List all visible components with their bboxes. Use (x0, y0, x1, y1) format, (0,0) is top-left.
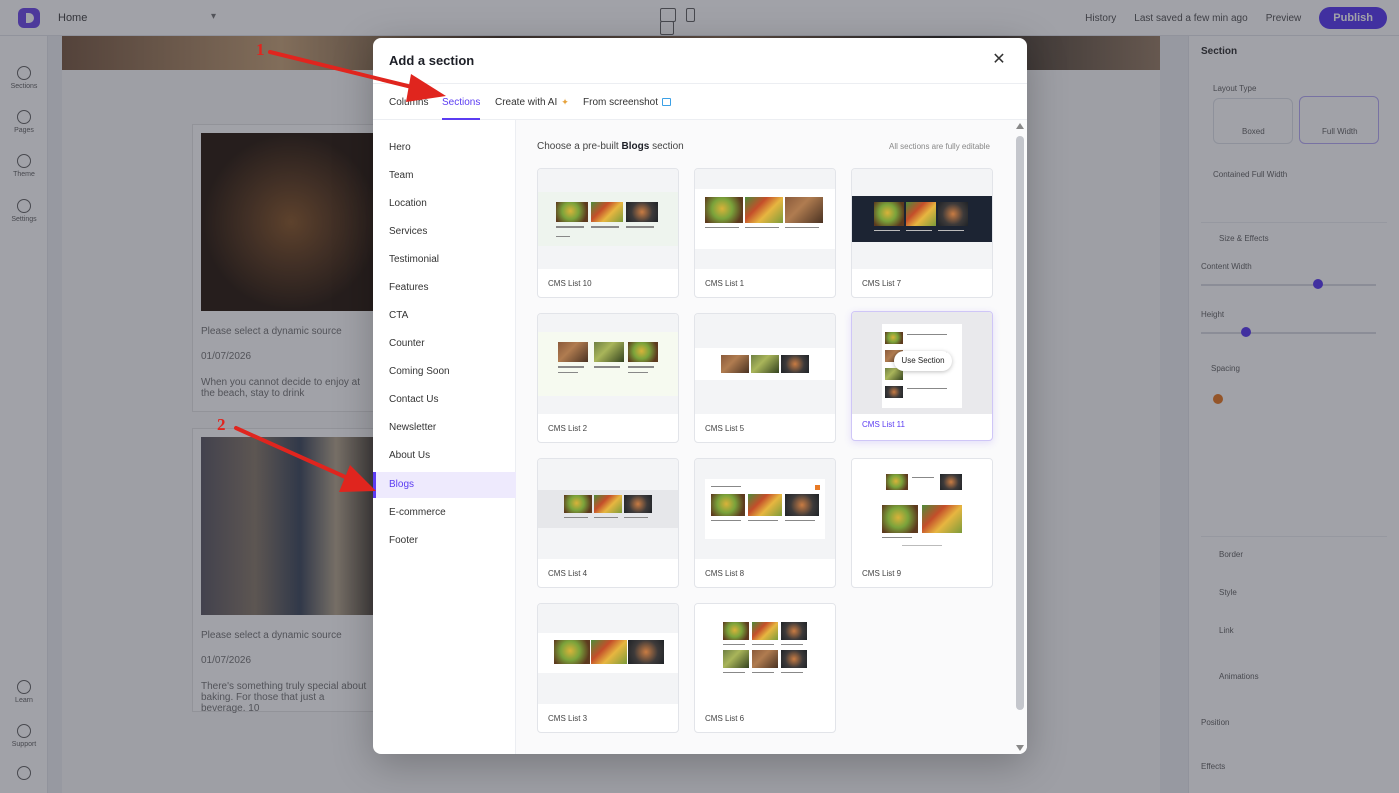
tab-create-with-ai[interactable]: Create with AI ✦ (495, 97, 569, 108)
card-thumbnail: Use Section (852, 312, 992, 414)
modal-scrollbar[interactable] (1013, 120, 1027, 754)
modal-header: Add a section ✕ (373, 38, 1027, 84)
card-thumbnail (695, 459, 835, 559)
editable-note: All sections are fully editable (889, 142, 990, 151)
card-thumbnail (852, 459, 992, 559)
card-thumbnail (695, 604, 835, 704)
scroll-down-icon[interactable] (1016, 745, 1024, 751)
heading-category: Blogs (621, 141, 650, 152)
image-icon (662, 98, 672, 106)
modal-title: Add a section (389, 53, 475, 68)
card-label: CMS List 3 (548, 714, 588, 723)
card-thumbnail (695, 314, 835, 414)
category-services[interactable]: Services (373, 219, 516, 245)
section-card-cms-list-7[interactable]: CMS List 7 (851, 168, 993, 298)
tab-columns[interactable]: Columns (389, 97, 428, 108)
card-label: CMS List 4 (548, 569, 588, 578)
category-contact-us[interactable]: Contact Us (373, 387, 516, 413)
card-label: CMS List 6 (705, 714, 745, 723)
section-card-cms-list-10[interactable]: CMS List 10 (537, 168, 679, 298)
card-label: CMS List 7 (862, 279, 902, 288)
tab-label: Columns (389, 97, 429, 108)
category-coming-soon[interactable]: Coming Soon (373, 359, 516, 385)
modal-tabs: Columns Sections Create with AI ✦ From sc… (373, 84, 1027, 120)
section-card-cms-list-11[interactable]: Use Section CMS List 11 (851, 311, 993, 441)
section-card-cms-list-9[interactable]: CMS List 9 (851, 458, 993, 588)
tab-sections[interactable]: Sections (442, 97, 481, 120)
scrollbar-thumb[interactable] (1016, 136, 1024, 710)
card-label: CMS List 1 (705, 279, 745, 288)
section-card-cms-list-1[interactable]: CMS List 1 (694, 168, 836, 298)
heading-suffix: section (652, 141, 684, 152)
tab-label: Sections (442, 97, 481, 108)
card-label: CMS List 10 (548, 279, 592, 288)
category-testimonial[interactable]: Testimonial (373, 247, 516, 273)
card-label: CMS List 2 (548, 424, 588, 433)
annotation-number-1: 1 (256, 40, 265, 59)
section-card-cms-list-5[interactable]: CMS List 5 (694, 313, 836, 443)
card-label: CMS List 5 (705, 424, 745, 433)
heading-prefix: Choose a pre-built (537, 141, 619, 152)
close-icon[interactable]: ✕ (991, 52, 1007, 68)
card-label: CMS List 8 (705, 569, 745, 578)
category-blogs[interactable]: Blogs (373, 472, 516, 498)
section-card-cms-list-3[interactable]: CMS List 3 (537, 603, 679, 733)
category-location[interactable]: Location (373, 191, 516, 217)
card-thumbnail (695, 169, 835, 269)
section-card-cms-list-8[interactable]: CMS List 8 (694, 458, 836, 588)
tab-label: Create with AI (495, 97, 558, 108)
gallery-heading: Choose a pre-built Blogs section (537, 141, 684, 152)
add-section-modal: Add a section ✕ Columns Sections Create … (373, 38, 1027, 754)
category-team[interactable]: Team (373, 163, 516, 189)
category-newsletter[interactable]: Newsletter (373, 415, 516, 441)
card-thumbnail (538, 169, 678, 269)
section-gallery: Choose a pre-built Blogs section All sec… (516, 120, 1013, 754)
category-footer[interactable]: Footer (373, 528, 516, 554)
category-about-us[interactable]: About Us (373, 443, 516, 469)
card-thumbnail (538, 314, 678, 414)
section-card-cms-list-6[interactable]: CMS List 6 (694, 603, 836, 733)
category-hero[interactable]: Hero (373, 135, 516, 161)
card-label: CMS List 9 (862, 569, 902, 578)
card-label: CMS List 11 (862, 420, 905, 429)
annotation-number-2: 2 (217, 415, 226, 434)
card-thumbnail (538, 604, 678, 704)
category-counter[interactable]: Counter (373, 331, 516, 357)
card-thumbnail (852, 169, 992, 269)
use-section-button[interactable]: Use Section (894, 351, 952, 371)
section-card-cms-list-2[interactable]: CMS List 2 (537, 313, 679, 443)
tab-from-screenshot[interactable]: From screenshot (583, 97, 672, 108)
category-e-commerce[interactable]: E-commerce (373, 500, 516, 526)
card-thumbnail (538, 459, 678, 559)
section-card-cms-list-4[interactable]: CMS List 4 (537, 458, 679, 588)
tab-label: From screenshot (583, 97, 659, 108)
category-sidebar: Hero Team Location Services Testimonial … (373, 120, 516, 754)
scroll-up-icon[interactable] (1016, 123, 1024, 129)
sparkle-icon: ✦ (561, 97, 569, 107)
category-cta[interactable]: CTA (373, 303, 516, 329)
category-features[interactable]: Features (373, 275, 516, 301)
